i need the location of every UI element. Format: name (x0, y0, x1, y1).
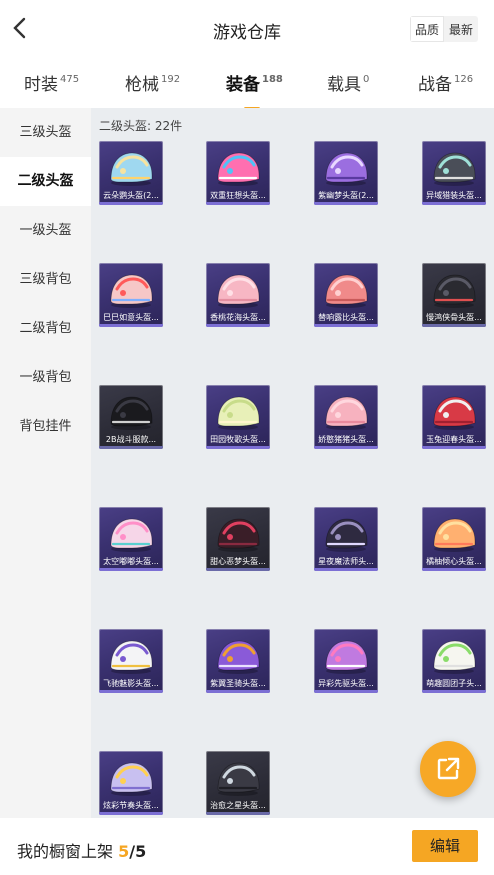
item-name: 香桃花海头盔... (210, 313, 266, 322)
item-card[interactable]: 双重狂想头盔... (206, 141, 270, 205)
tab-fashion[interactable]: 时装 475 (24, 70, 79, 95)
bottom-bar: 我的橱窗上架 5/5 编辑 (0, 818, 494, 875)
sidebar-item-level3-helmet[interactable]: 三级头盔 (0, 108, 91, 157)
item-name: 紫幽梦头盔(2... (318, 191, 374, 200)
item-card[interactable]: 治愈之星头盔... (206, 751, 270, 815)
item-name: 2B战斗服款... (105, 435, 157, 444)
showcase-total-count: /5 (129, 842, 147, 861)
item-panel: 二级头盔: 22件 云朵鹦头盔(2... 双重狂想头盔... 紫幽梦头盔(2... 异… (91, 108, 494, 818)
item-name: 异域猎装头盔... (426, 191, 482, 200)
showcase-current-count: 5 (118, 842, 130, 861)
showcase-label: 我的橱窗上架 (17, 842, 114, 861)
tab-label: 载具 (327, 75, 361, 95)
tab-guns[interactable]: 枪械 192 (125, 70, 180, 95)
tab-equipment[interactable]: 装备 188 (226, 70, 283, 110)
item-card[interactable]: 娇憨猪猪头盔... (314, 385, 378, 449)
item-name: 巳巳如意头盔... (103, 313, 159, 322)
item-card[interactable]: 紫幽梦头盔(2... (314, 141, 378, 205)
item-name: 萌趣圆团子头... (426, 679, 482, 688)
item-name: 慢鸿侠骨头盔... (426, 313, 482, 322)
item-card[interactable]: 炫彩节奏头盔... (99, 751, 163, 815)
sidebar-item-level2-backpack[interactable]: 二级背包 (0, 304, 91, 353)
sidebar-item-backpack-charm[interactable]: 背包挂件 (0, 402, 91, 451)
item-card[interactable]: 萌趣圆团子头... (422, 629, 486, 693)
item-name: 异彩先驱头盔... (318, 679, 374, 688)
item-card[interactable]: 星夜魔法师头... (314, 507, 378, 571)
item-card[interactable]: 异域猎装头盔... (422, 141, 486, 205)
item-card[interactable]: 巳巳如意头盔... (99, 263, 163, 327)
item-card[interactable]: 慢鸿侠骨头盔... (422, 263, 486, 327)
tab-vehicles[interactable]: 载具 0 (327, 70, 369, 95)
item-card[interactable]: 2B战斗服款... (99, 385, 163, 449)
item-card[interactable]: 田园牧歌头盔... (206, 385, 270, 449)
header: 游戏仓库 品质 最新 (0, 0, 494, 58)
item-card[interactable]: 太空嘟嘟头盔... (99, 507, 163, 571)
item-name: 云朵鹦头盔(2... (103, 191, 159, 200)
item-name: 橘柚倾心头盔... (426, 557, 482, 566)
item-name: 炫彩节奏头盔... (103, 801, 159, 810)
sidebar-item-level3-backpack[interactable]: 三级背包 (0, 255, 91, 304)
item-count-label: 二级头盔: 22件 (99, 119, 183, 133)
category-tabs: 时装 475 枪械 192 装备 188 载具 0 战备 126 (0, 58, 494, 110)
item-card[interactable]: 橘柚倾心头盔... (422, 507, 486, 571)
item-name: 田园牧歌头盔... (210, 435, 266, 444)
tab-label: 战备 (418, 75, 452, 95)
sort-newest-option[interactable]: 最新 (444, 16, 478, 42)
item-name: 太空嘟嘟头盔... (103, 557, 159, 566)
sidebar-item-level2-helmet[interactable]: 二级头盔 (0, 157, 91, 206)
share-button[interactable] (420, 741, 476, 797)
sidebar: 三级头盔 二级头盔 一级头盔 三级背包 二级背包 一级背包 背包挂件 (0, 108, 91, 818)
item-name: 紫翼圣骑头盔... (210, 679, 266, 688)
item-name: 甜心恶梦头盔... (210, 557, 266, 566)
sort-toggle[interactable]: 品质 最新 (409, 16, 478, 42)
tab-label: 时装 (24, 75, 58, 95)
tab-count: 0 (363, 74, 370, 85)
item-name: 飞驰魅影头盔... (103, 679, 159, 688)
sidebar-item-level1-helmet[interactable]: 一级头盔 (0, 206, 91, 255)
edit-button[interactable]: 编辑 (412, 830, 478, 862)
sort-quality-option[interactable]: 品质 (409, 16, 444, 42)
share-icon (437, 757, 460, 780)
item-card[interactable]: 紫翼圣骑头盔... (206, 629, 270, 693)
item-card[interactable]: 甜心恶梦头盔... (206, 507, 270, 571)
item-card[interactable]: 香桃花海头盔... (206, 263, 270, 327)
item-name: 星夜魔法师头... (318, 557, 374, 566)
tab-label: 枪械 (125, 75, 159, 95)
tab-supplies[interactable]: 战备 126 (418, 70, 473, 95)
item-name: 双重狂想头盔... (210, 191, 266, 200)
tab-count: 475 (60, 74, 80, 85)
tab-count: 126 (454, 74, 474, 85)
tab-count: 192 (161, 74, 181, 85)
item-card[interactable]: 云朵鹦头盔(2... (99, 141, 163, 205)
item-name: 玉兔迎春头盔... (426, 435, 482, 444)
item-name: 娇憨猪猪头盔... (318, 435, 374, 444)
item-card[interactable]: 替响露比头盔... (314, 263, 378, 327)
tab-label: 装备 (226, 75, 260, 95)
item-card[interactable]: 飞驰魅影头盔... (99, 629, 163, 693)
tab-count: 188 (262, 74, 283, 85)
item-name: 替响露比头盔... (318, 313, 374, 322)
item-name: 治愈之星头盔... (210, 801, 266, 810)
item-card[interactable]: 玉兔迎春头盔... (422, 385, 486, 449)
showcase-status: 我的橱窗上架 5/5 (17, 838, 146, 862)
item-card[interactable]: 异彩先驱头盔... (314, 629, 378, 693)
sidebar-item-level1-backpack[interactable]: 一级背包 (0, 353, 91, 402)
